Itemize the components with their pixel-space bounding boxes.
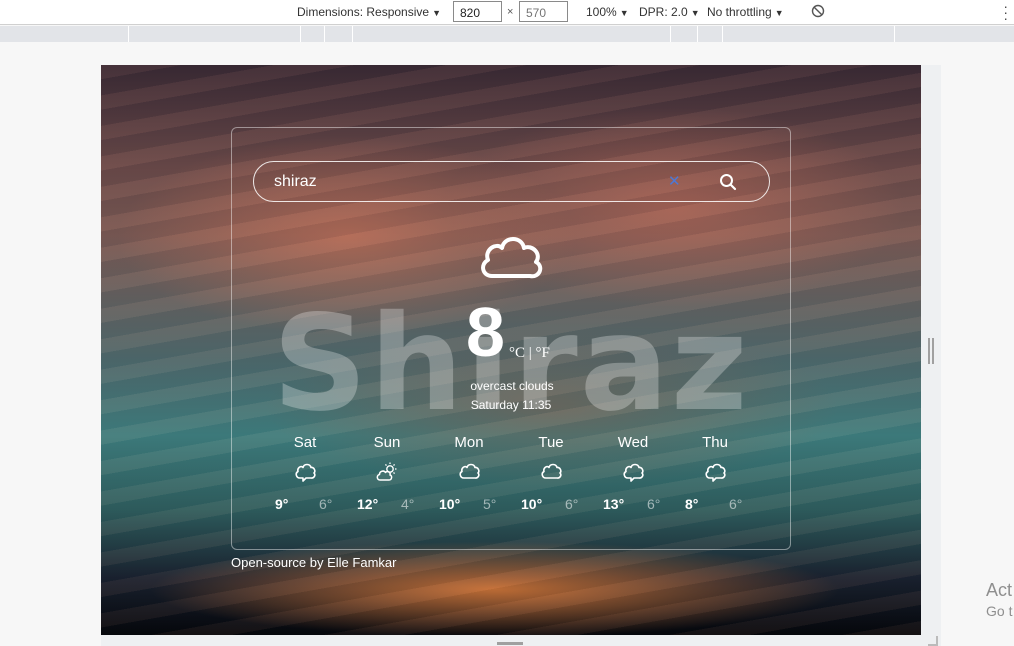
weather-card: shiraz ✕ 8 °C | °F overcast clouds Satur… [231,127,791,550]
forecast-high: 9° [275,496,289,512]
clear-icon[interactable]: ✕ [668,172,681,190]
cloud-icon [623,463,644,482]
forecast-day: Thu 8° 6° [675,434,765,524]
forecast-low: 4° [401,496,415,512]
credit-link[interactable]: Open-source by Elle Famkar [231,555,396,570]
forecast-day-name: Wed [617,434,649,451]
cloud-icon [541,463,562,479]
cloud-icon [481,237,543,279]
search-icon[interactable] [719,173,737,191]
forecast-day: Sat 9° 6° [265,434,355,524]
forecast-day-name: Thu [702,434,728,451]
weather-description: overcast clouds [470,379,554,393]
search-box[interactable]: shiraz ✕ [253,161,770,202]
search-input[interactable]: shiraz [274,173,317,191]
activate-windows-watermark: Act Go t [986,580,1013,619]
forecast-list: Sat 9° 6° Sun 12° 4° Mon 10° 5° Tue 10° … [265,434,765,524]
current-temperature: 8 [466,293,505,371]
dpr-dropdown[interactable]: DPR: 2.0 ▼ [639,5,700,19]
devtools-device-toolbar: Dimensions: Responsive▼ × 100%▼ DPR: 2.0… [0,0,1014,25]
throttling-label: No throttling [707,5,772,19]
zoom-label: 100% [586,5,617,19]
activate-title: Act [986,580,1013,600]
forecast-high: 12° [357,496,379,512]
forecast-day: Wed 13° 6° [593,434,683,524]
sun-cloud-icon [376,462,397,481]
unit-toggle[interactable]: °C | °F [509,345,550,362]
forecast-day: Tue 10° 6° [511,434,601,524]
cloud-icon [705,463,726,482]
caret-down-icon: ▼ [619,8,629,18]
forecast-high: 10° [521,496,543,512]
cloud-icon [459,463,480,479]
forecast-high: 8° [685,496,699,512]
forecast-low: 6° [319,496,333,512]
caret-down-icon: ▼ [432,8,441,18]
resize-handle-right[interactable] [928,338,934,364]
dimensions-label: Dimensions: Responsive [297,5,430,19]
forecast-day: Mon 10° 5° [429,434,519,524]
times-icon: × [507,6,514,18]
forecast-high: 10° [439,496,461,512]
current-date: Saturday 11:35 [470,398,552,412]
forecast-low: 6° [647,496,661,512]
zoom-dropdown[interactable]: 100% ▼ [586,5,629,19]
forecast-low: 6° [729,496,743,512]
resize-handle-bottom[interactable] [497,642,523,645]
dpr-label: DPR: 2.0 [639,5,688,19]
caret-down-icon: ▼ [690,8,700,18]
forecast-high: 13° [603,496,625,512]
rotate-icon[interactable] [811,4,825,18]
width-input[interactable] [453,1,502,22]
forecast-day: Sun 12° 4° [347,434,437,524]
throttling-dropdown[interactable]: No throttling ▼ [707,5,784,19]
cloud-icon [295,463,316,482]
caret-down-icon: ▼ [774,8,784,18]
weather-app: Shiraz shiraz ✕ 8 °C | °F overcast cloud… [101,65,921,635]
activate-subtitle: Go t [986,603,1013,619]
media-query-bar[interactable] [0,26,1014,42]
forecast-day-name: Sun [373,434,401,451]
resize-handle-corner[interactable] [928,636,938,646]
forecast-day-name: Mon [454,434,484,451]
dimensions-dropdown[interactable]: Dimensions: Responsive ▼ [297,5,441,19]
height-input[interactable] [519,1,568,22]
forecast-low: 5° [483,496,497,512]
forecast-day-name: Tue [538,434,564,451]
forecast-low: 6° [565,496,579,512]
more-options-icon[interactable]: · · · [1003,0,1008,25]
forecast-day-name: Sat [293,434,317,451]
